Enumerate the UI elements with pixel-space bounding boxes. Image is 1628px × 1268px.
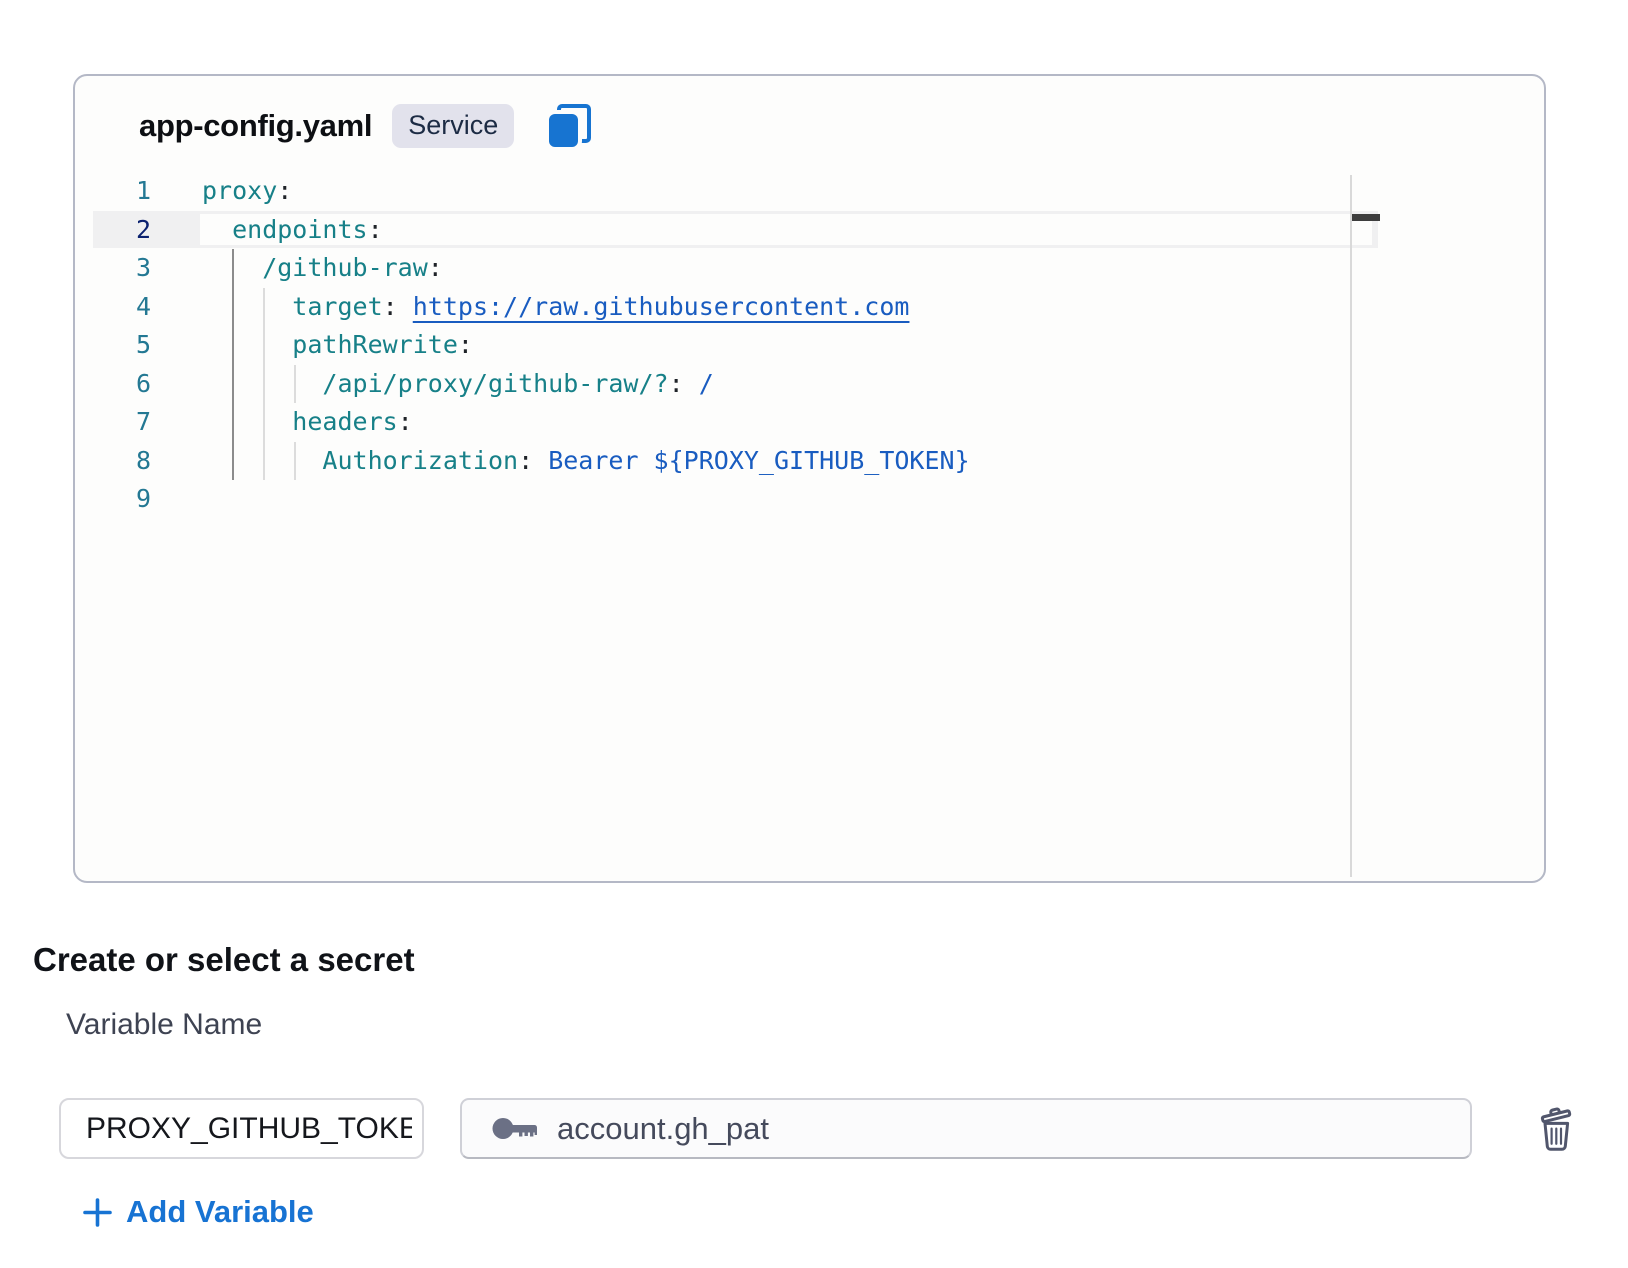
- add-variable-label: Add Variable: [126, 1194, 314, 1230]
- plus-icon: [82, 1197, 113, 1228]
- variable-name-input[interactable]: [59, 1098, 424, 1159]
- secret-select[interactable]: account.gh_pat: [460, 1098, 1472, 1159]
- line-number: 2: [75, 211, 151, 250]
- card-header: app-config.yaml Service: [139, 100, 594, 152]
- code-editor[interactable]: 1proxy: 2 endpoints: 3 /github-raw: 4 ta…: [75, 172, 1544, 884]
- line-number: 8: [75, 442, 151, 481]
- line-number: 3: [75, 249, 151, 288]
- code-line: 5 pathRewrite:: [75, 326, 1544, 365]
- code-line: 7 headers:: [75, 403, 1544, 442]
- line-number: 5: [75, 326, 151, 365]
- code-line: 4 target: https://raw.githubusercontent.…: [75, 288, 1544, 327]
- code-line: 1proxy:: [75, 172, 1544, 211]
- line-number: 1: [75, 172, 151, 211]
- code-line: 3 /github-raw:: [75, 249, 1544, 288]
- copy-button[interactable]: [546, 102, 594, 150]
- code-line: 6 /api/proxy/github-raw/?: /: [75, 365, 1544, 404]
- secret-select-value: account.gh_pat: [557, 1111, 769, 1147]
- section-title: Create or select a secret: [33, 941, 415, 979]
- add-variable-button[interactable]: Add Variable: [82, 1192, 314, 1232]
- line-number: 4: [75, 288, 151, 327]
- variable-name-label: Variable Name: [66, 1008, 262, 1042]
- service-badge: Service: [392, 104, 514, 148]
- line-number: 7: [75, 403, 151, 442]
- line-number: 9: [75, 480, 151, 519]
- code-line: 9: [75, 480, 1544, 519]
- line-number: 6: [75, 365, 151, 404]
- code-editor-card: app-config.yaml Service 1proxy:: [73, 74, 1546, 883]
- file-title: app-config.yaml: [139, 108, 372, 144]
- copy-icon: [546, 102, 594, 150]
- trash-icon: [1533, 1103, 1579, 1153]
- url-link[interactable]: https://raw.githubusercontent.com: [413, 292, 910, 321]
- code-line-active: 2 endpoints:: [75, 211, 1544, 250]
- key-icon: [492, 1115, 539, 1142]
- delete-variable-button[interactable]: [1526, 1098, 1586, 1158]
- code-line: 8 Authorization: Bearer ${PROXY_GITHUB_T…: [75, 442, 1544, 481]
- overview-ruler-cursor: [1352, 214, 1380, 221]
